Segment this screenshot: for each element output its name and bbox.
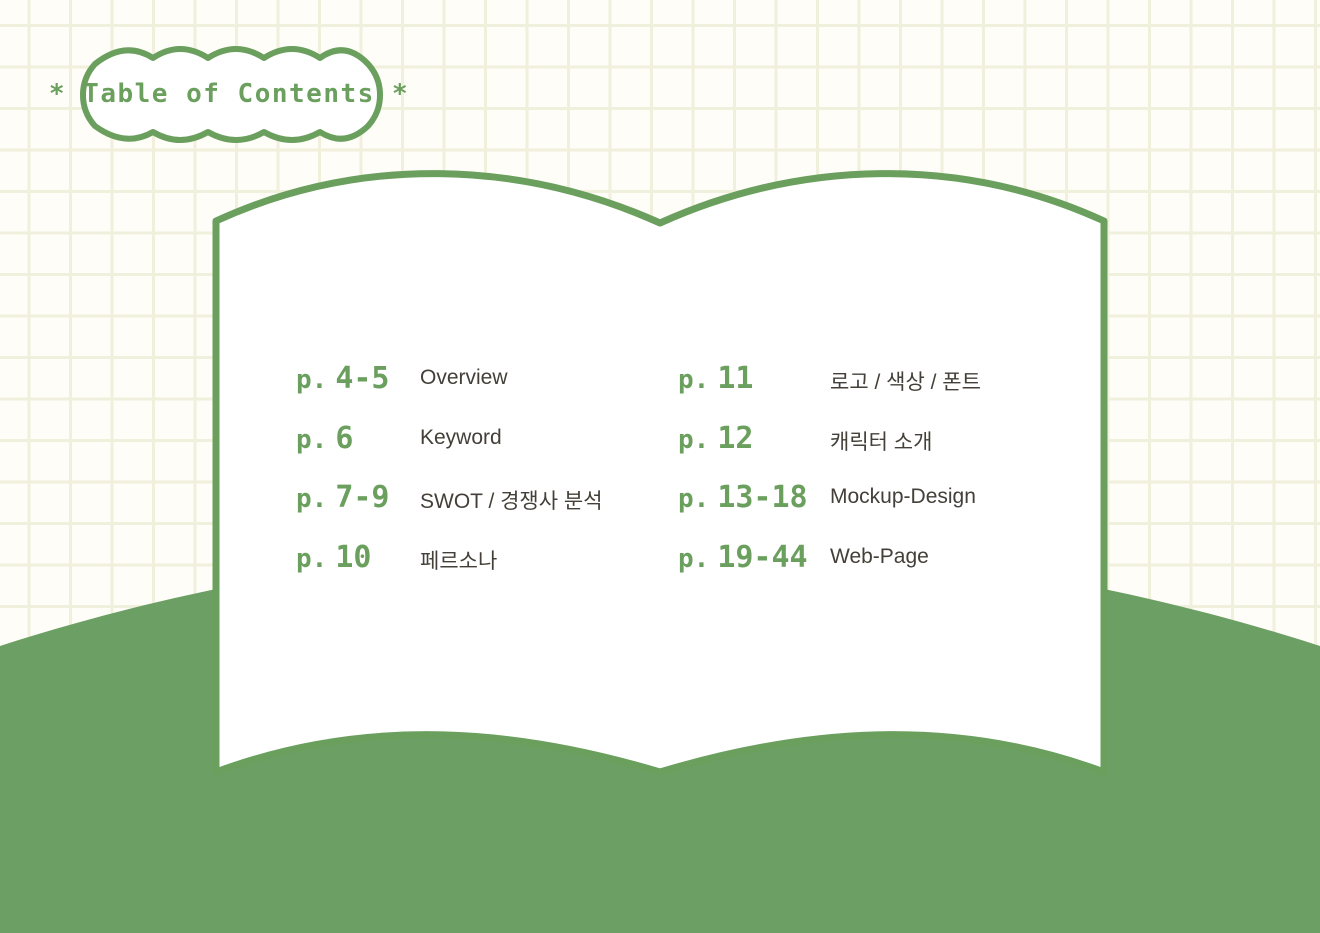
toc-topic: 로고 / 색상 / 폰트 [830,371,981,394]
toc-topic: Web-Page [830,545,929,568]
toc-entry: p. 7-9 [296,475,390,519]
toc-topic: Overview [420,366,508,389]
toc-entry: p. 11 [678,356,753,400]
toc-topic: 페르소나 [420,550,498,573]
page-number: p. 7-9 [296,479,390,515]
page-number: p. 10 [296,539,372,575]
toc-entry: p. 10 [296,535,371,579]
toc-entry: p. 13-18 [678,475,808,519]
toc-entry: p. 4-5 [296,356,390,400]
toc-entry: p. 19-44 [678,535,808,579]
page-number: p. 19-44 [678,539,808,575]
open-book [212,170,1108,776]
toc-topic: Keyword [420,426,502,449]
page-title: * Table of Contents * [48,79,410,109]
page-number: p. 6 [296,420,354,456]
page-number: p. 4-5 [296,360,390,396]
toc-entry: p. 6 [296,416,353,460]
page-number: p. 13-18 [678,479,808,515]
toc-topic: 캐릭터 소개 [830,431,933,454]
page-number: p. 11 [678,360,754,396]
toc-topic: SWOT / 경쟁사 분석 [420,490,603,513]
page-number: p. 12 [678,420,754,456]
toc-entry: p. 12 [678,416,753,460]
toc-topic: Mockup-Design [830,485,976,508]
